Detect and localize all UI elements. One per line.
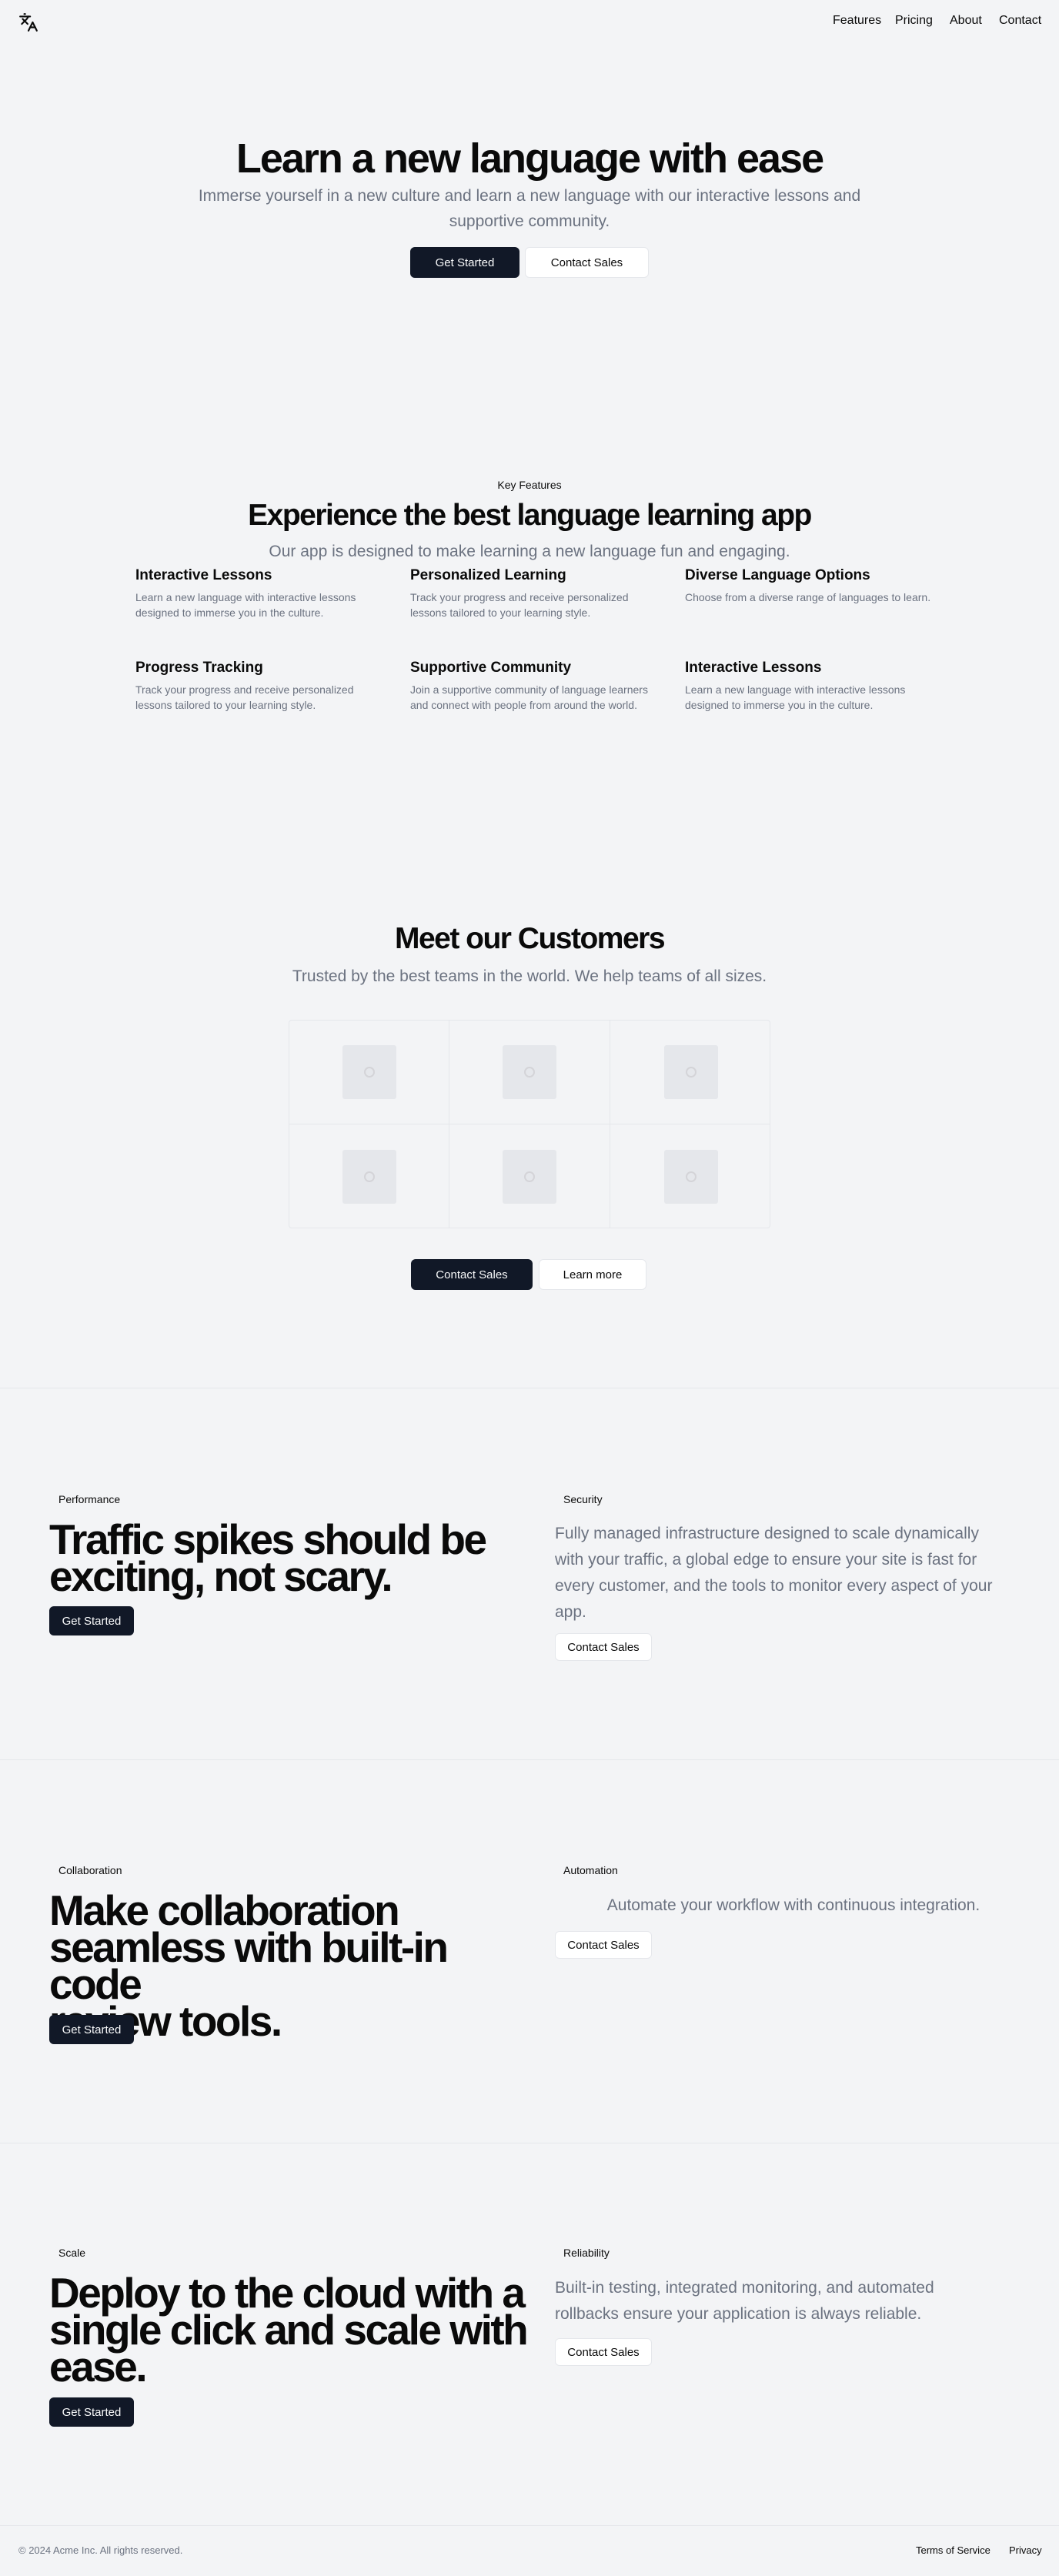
customer-logo [289, 1021, 449, 1124]
customers-title: Meet our Customers [394, 922, 666, 955]
section-divider [0, 1759, 1059, 1760]
feature-desc: Learn a new language with interactive le… [135, 591, 356, 619]
description-line: with your traffic, a global edge to ensu… [555, 1551, 977, 1569]
section-title-line: ease. [49, 2343, 148, 2391]
description-line: every customer, and the tools to monitor… [555, 1577, 993, 1595]
feature-desc: Track your progress and receive personal… [410, 591, 629, 619]
nav-link-pricing[interactable]: Pricing [895, 14, 933, 28]
section-title-line: exciting, not scary. [49, 1552, 393, 1600]
feature-title: Interactive Lessons [685, 660, 822, 676]
section-title: Deploy to the cloud with a single click … [49, 2272, 542, 2391]
feature-desc: Join a supportive community of language … [410, 683, 648, 711]
section-description: Fully managed infrastructure designed to… [555, 1521, 1032, 1625]
section-badge: Automation [563, 1864, 618, 1876]
nav-link-about[interactable]: About [950, 14, 982, 28]
description-line: Fully managed infrastructure designed to… [555, 1525, 979, 1542]
get-started-button[interactable]: Get Started [49, 2397, 134, 2427]
feature-title: Progress Tracking [135, 660, 263, 676]
section-badge: Performance [58, 1493, 121, 1505]
contact-sales-button[interactable]: Contact Sales [555, 1931, 652, 1959]
hero-subtitle-line2: supportive community. [449, 212, 610, 230]
description-line: rollbacks ensure your application is alw… [555, 2305, 922, 2323]
get-started-button[interactable]: Get Started [410, 247, 519, 278]
customer-logo [449, 1124, 610, 1228]
image-placeholder-icon [342, 1150, 396, 1204]
section-title-line: seamless with built-in code [49, 1923, 449, 2008]
customer-logo [289, 1124, 449, 1228]
footer-divider [0, 2525, 1059, 2526]
contact-sales-button[interactable]: Contact Sales [525, 247, 649, 278]
footer-link-privacy[interactable]: Privacy [1009, 2544, 1042, 2556]
customer-logo [610, 1124, 770, 1228]
image-placeholder-icon [663, 1150, 718, 1204]
section-badge: Collaboration [58, 1864, 122, 1876]
feature-title: Supportive Community [410, 660, 572, 676]
image-placeholder-icon [503, 1045, 556, 1099]
learn-more-button[interactable]: Learn more [539, 1259, 646, 1290]
features-title: Experience the best language learning ap… [248, 499, 812, 532]
hero-title: Learn a new language with ease [236, 135, 824, 182]
image-placeholder-icon [663, 1045, 718, 1099]
section-badge: Scale [58, 2247, 86, 2259]
contact-sales-button[interactable]: Contact Sales [555, 2338, 652, 2366]
footer-copyright: © 2024 Acme Inc. All rights reserved. [18, 2544, 183, 2556]
section-description: Built-in testing, integrated monitoring,… [555, 2275, 1032, 2327]
hero-subtitle-line1: Immerse yourself in a new culture and le… [198, 187, 861, 205]
customer-logo [610, 1021, 770, 1124]
customers-subtitle: Trusted by the best teams in the world. … [292, 967, 767, 985]
features-subtitle: Our app is designed to make learning a n… [269, 543, 790, 560]
description-line: Automate your workflow with continuous i… [606, 1896, 980, 1914]
image-placeholder-icon [503, 1150, 556, 1204]
customer-logo [449, 1021, 610, 1124]
contact-sales-button[interactable]: Contact Sales [555, 1633, 652, 1661]
feature-desc: Choose from a diverse range of languages… [685, 591, 931, 603]
feature-title: Personalized Learning [410, 567, 566, 583]
translate-icon[interactable] [18, 12, 38, 32]
description-line: Built-in testing, integrated monitoring,… [555, 2279, 934, 2297]
description-line: app. [555, 1603, 586, 1621]
feature-title: Diverse Language Options [685, 567, 870, 583]
section-badge: Security [563, 1493, 603, 1505]
nav-link-features[interactable]: Features [833, 14, 881, 28]
section-description: Automate your workflow with continuous i… [555, 1893, 1032, 1919]
image-placeholder-icon [342, 1045, 396, 1099]
customer-logo-grid [289, 1020, 770, 1228]
features-eyebrow: Key Features [497, 479, 562, 491]
footer-link-terms[interactable]: Terms of Service [916, 2544, 991, 2556]
nav-link-contact[interactable]: Contact [999, 14, 1041, 28]
contact-sales-button[interactable]: Contact Sales [411, 1259, 533, 1290]
get-started-button[interactable]: Get Started [49, 2015, 134, 2044]
get-started-button[interactable]: Get Started [49, 1606, 134, 1635]
feature-title: Interactive Lessons [135, 567, 272, 583]
feature-desc: Track your progress and receive personal… [135, 683, 354, 711]
section-badge: Reliability [563, 2247, 610, 2259]
section-title: Traffic spikes should be exciting, not s… [49, 1519, 542, 1600]
feature-desc: Learn a new language with interactive le… [685, 683, 906, 711]
